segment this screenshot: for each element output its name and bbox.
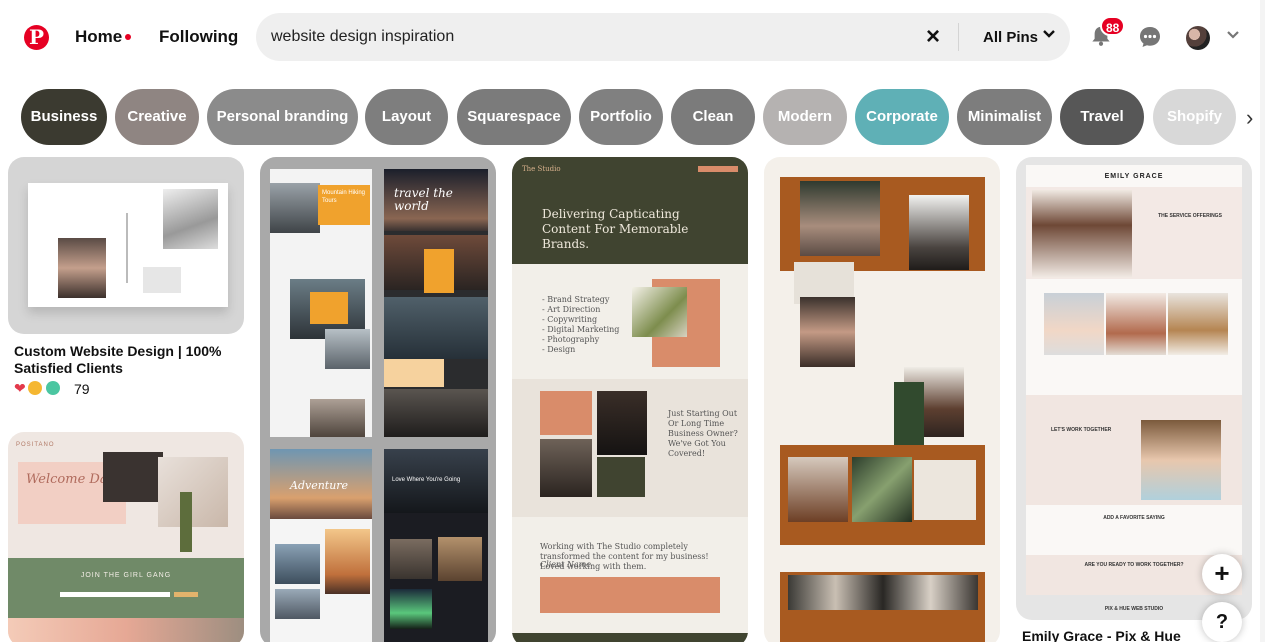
pin-text: THE SERVICE OFFERINGS: [1158, 213, 1222, 219]
add-button[interactable]: +: [1202, 554, 1242, 594]
notification-badge: 88: [1100, 16, 1126, 36]
pin-text: Client Name: [540, 560, 591, 569]
top-bar: P Home Following website design inspirat…: [0, 0, 1265, 75]
pin-text: Adventure: [290, 479, 349, 492]
chip-modern[interactable]: Modern: [763, 89, 847, 145]
pin-text: LET'S WORK TOGETHER: [1051, 427, 1112, 433]
service-item: - Art Direction: [542, 305, 601, 314]
search-bar[interactable]: website design inspiration × All Pins: [256, 13, 1070, 61]
reaction-count: 79: [74, 381, 90, 397]
messages-icon[interactable]: [1139, 26, 1161, 48]
help-button[interactable]: ?: [1202, 602, 1242, 642]
pin-text: Mountain Hiking Tours: [322, 190, 366, 204]
search-input[interactable]: website design inspiration: [271, 28, 454, 46]
chip-shopify[interactable]: Shopify: [1153, 89, 1236, 145]
chevron-down-icon[interactable]: [1042, 27, 1056, 44]
pin-card[interactable]: [764, 157, 1000, 642]
pin-filter-dropdown[interactable]: All Pins: [983, 29, 1038, 46]
pin-card[interactable]: EMILY GRACE THE SERVICE OFFERINGS LET'S …: [1016, 157, 1252, 620]
pin-card[interactable]: The Studio Delivering Capticating Conten…: [512, 157, 748, 642]
chip-travel[interactable]: Travel: [1060, 89, 1144, 145]
pinterest-logo-icon[interactable]: P: [24, 25, 49, 50]
reaction-icons: ❤: [14, 380, 60, 397]
pin-text: travel the world: [394, 186, 453, 213]
nav-home[interactable]: Home: [75, 27, 122, 47]
search-divider: [958, 23, 959, 51]
service-item: - Photography: [542, 335, 600, 344]
service-item: - Design: [542, 345, 576, 354]
chip-personal-branding[interactable]: Personal branding: [207, 89, 358, 145]
pin-text: The Studio: [522, 165, 561, 173]
pin-card[interactable]: [8, 157, 244, 334]
chip-business[interactable]: Business: [21, 89, 107, 145]
service-item: - Digital Marketing: [542, 325, 620, 334]
avatar[interactable]: [1186, 26, 1210, 50]
chip-creative[interactable]: Creative: [115, 89, 199, 145]
pin-text: Love Where You're Going: [392, 477, 461, 483]
pin-card[interactable]: POSITANO Welcome Darling JOIN THE GIRL G…: [8, 432, 244, 642]
accounts-chevron-icon[interactable]: [1226, 27, 1240, 44]
pin-text: EMILY GRACE: [1104, 173, 1164, 180]
pin-text: POSITANO: [16, 442, 55, 448]
chip-layout[interactable]: Layout: [365, 89, 448, 145]
pin-text: Just Starting Out Or Long Time Business …: [668, 409, 738, 458]
service-item: - Brand Strategy: [542, 295, 610, 304]
chip-portfolio[interactable]: Portfolio: [579, 89, 663, 145]
scrollbar[interactable]: [1260, 0, 1265, 642]
service-item: - Copywriting: [542, 315, 598, 324]
chip-clean[interactable]: Clean: [671, 89, 755, 145]
chevron-right-icon[interactable]: ›: [1246, 105, 1253, 131]
pin-text: Delivering Capticating Content For Memor…: [542, 207, 689, 251]
pin-text: - Brand Strategy - Art Direction - Copywri…: [542, 295, 622, 355]
pin-card[interactable]: Mountain Hiking Tours travel the world A…: [260, 157, 496, 642]
chip-corporate[interactable]: Corporate: [855, 89, 949, 145]
chip-squarespace[interactable]: Squarespace: [457, 89, 571, 145]
pin-text: JOIN THE GIRL GANG: [80, 572, 172, 579]
pin-title[interactable]: Custom Website Design | 100% Satisfied C…: [14, 343, 242, 377]
clear-search-icon[interactable]: ×: [926, 23, 940, 51]
chip-minimalist[interactable]: Minimalist: [957, 89, 1052, 145]
pin-text: ADD A FAVORITE SAYING: [1103, 515, 1165, 521]
nav-following[interactable]: Following: [159, 27, 238, 47]
home-unread-dot: [125, 34, 131, 40]
